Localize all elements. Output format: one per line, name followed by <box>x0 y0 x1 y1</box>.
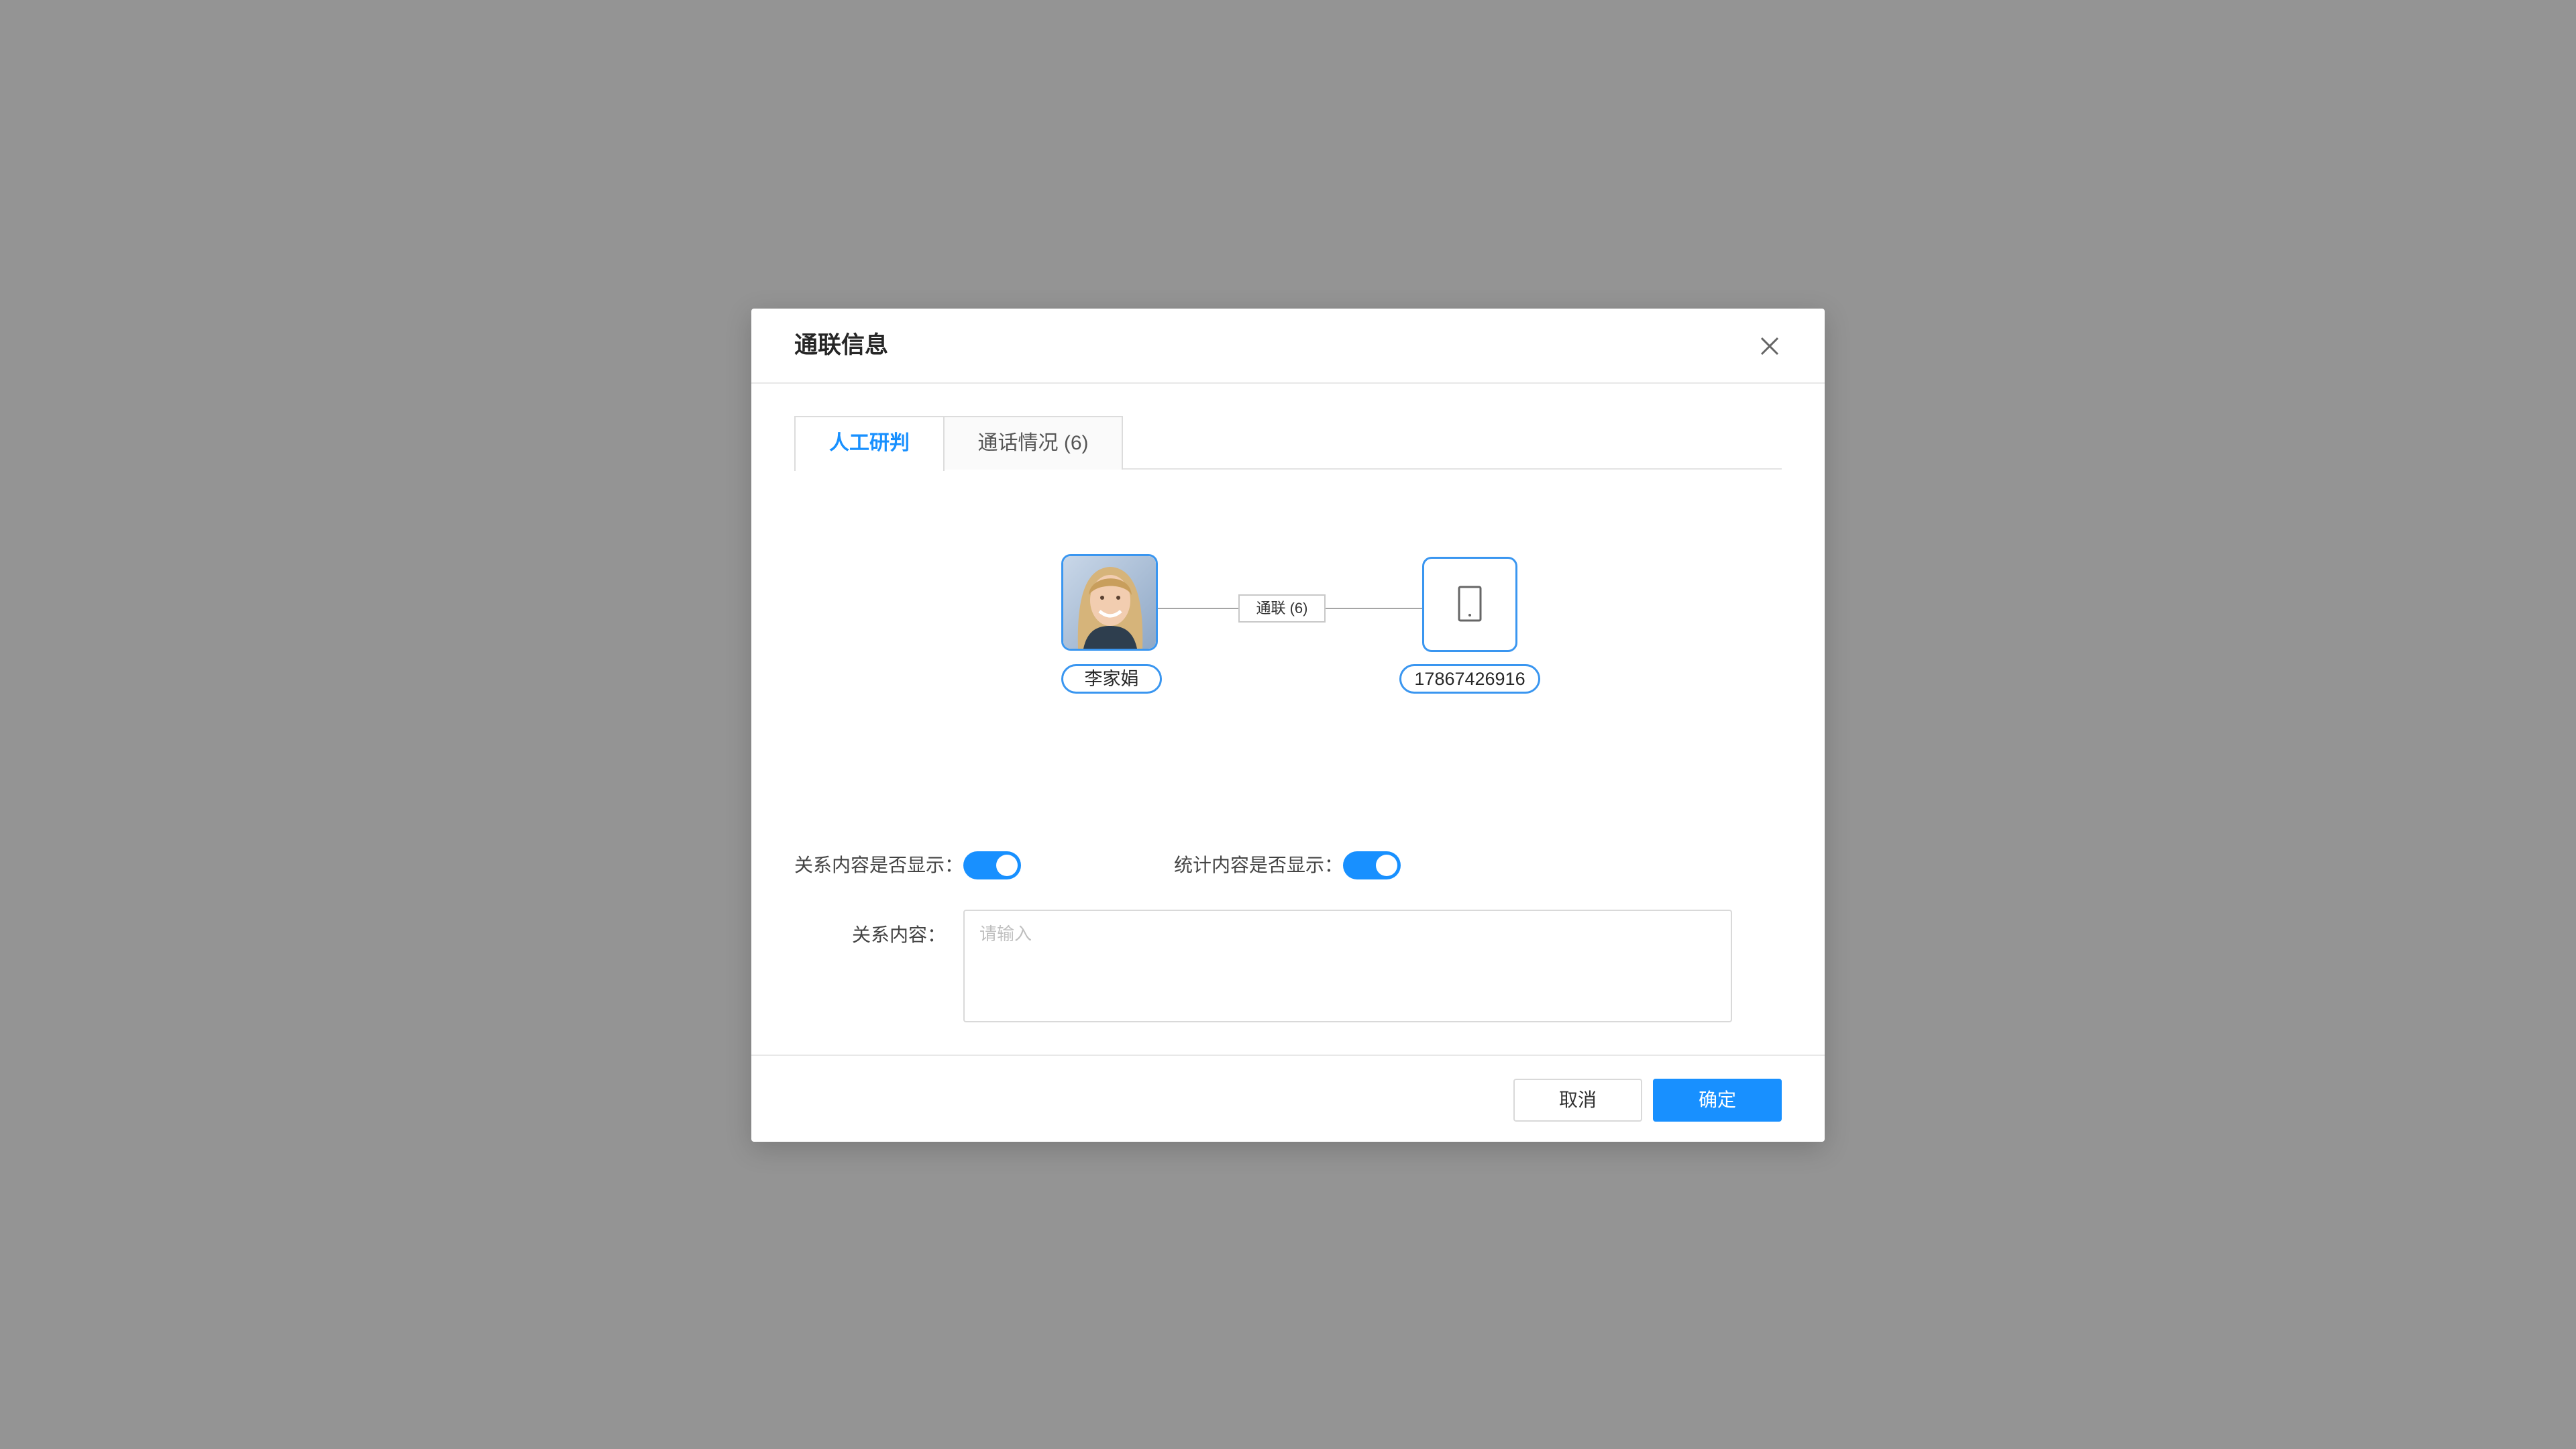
stats-content-toggle-label: 统计内容是否显示： <box>1174 855 1344 875</box>
confirm-button[interactable]: 确定 <box>1653 1079 1782 1122</box>
stats-content-toggle-row: 统计内容是否显示： <box>1174 845 1442 885</box>
phone-number-label: 17867426916 <box>1399 664 1540 694</box>
tab-manual-analysis[interactable]: 人工研判 <box>794 416 945 471</box>
dialog-header: 通联信息 <box>751 309 1825 384</box>
close-icon[interactable] <box>1755 331 1784 361</box>
person-name-label: 李家娟 <box>1061 664 1162 694</box>
mobile-phone-icon <box>1458 586 1482 622</box>
relation-content-input[interactable] <box>963 910 1732 1022</box>
edge-line-right <box>1326 608 1422 609</box>
relation-content-toggle[interactable] <box>963 851 1021 879</box>
toggle-knob <box>996 855 1018 876</box>
person-avatar[interactable] <box>1061 554 1158 651</box>
phone-node[interactable] <box>1422 557 1517 652</box>
call-info-dialog: 通联信息 人工研判 通话情况 (6) 通联 (6) 李家娟 1786742691… <box>751 309 1825 1142</box>
toggle-knob <box>1376 855 1397 876</box>
edge-label[interactable]: 通联 (6) <box>1238 594 1326 623</box>
relation-content-toggle-label: 关系内容是否显示： <box>794 855 964 875</box>
stats-content-toggle[interactable] <box>1343 851 1401 879</box>
relation-content-label: 关系内容： <box>851 924 946 945</box>
dialog-footer: 取消 确定 <box>751 1055 1825 1142</box>
cancel-button[interactable]: 取消 <box>1513 1079 1642 1122</box>
tab-call-status[interactable]: 通话情况 (6) <box>943 416 1123 470</box>
tab-bar: 人工研判 通话情况 (6) <box>794 416 1782 471</box>
dialog-title: 通联信息 <box>794 332 889 358</box>
edge-line-left <box>1158 608 1238 609</box>
relation-content-toggle-row: 关系内容是否显示： <box>794 845 1063 885</box>
